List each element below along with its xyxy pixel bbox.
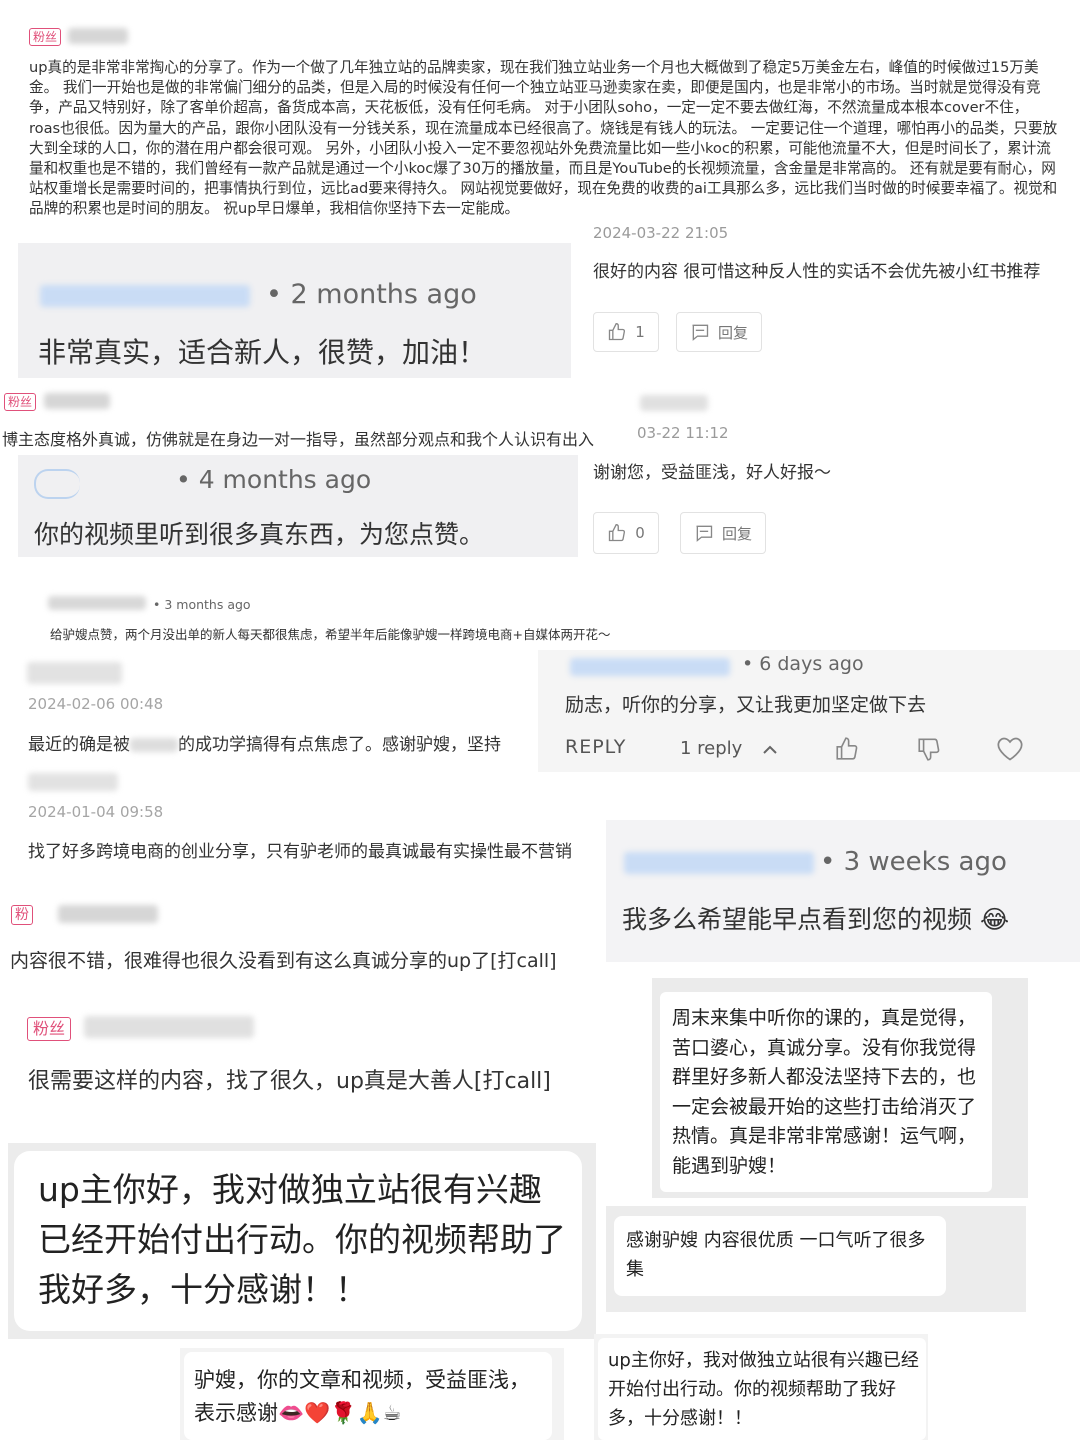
comment-text: 很好的内容 很可惜这种反人性的实话不会优先被小红书推荐 — [593, 262, 1041, 282]
chat-bubble: up主你好，我对做独立站很有兴趣已经开始付出行动。你的视频帮助了我好多，十分感谢… — [598, 1338, 926, 1440]
blurred-username — [27, 662, 122, 684]
comment-card: up主你好，我对做独立站很有兴趣已经开始付出行动。你的视频帮助了我好多，十分感谢… — [594, 1334, 928, 1440]
replies-toggle[interactable]: 1 reply — [680, 738, 778, 759]
blurred-username — [68, 28, 128, 44]
like-count: 0 — [635, 524, 645, 542]
comment-text: 博主态度格外真诚，仿佛就是在身边一对一指导，虽然部分观点和我个人认识有出入 — [2, 430, 595, 449]
blurred-username — [48, 596, 146, 610]
blurred-username — [28, 773, 118, 791]
comment-text: 内容很不错，很难得也很久没看到有这么真诚分享的up了[打call] — [10, 950, 557, 972]
comment-text: 你的视频里听到很多真东西，为您点赞。 — [34, 520, 485, 549]
chat-bubble: up主你好，我对做独立站很有兴趣已经开始付出行动。你的视频帮助了我好多，十分感谢… — [14, 1151, 582, 1331]
reply-label: 回复 — [717, 323, 748, 342]
like-button[interactable]: 1 — [593, 312, 659, 352]
comment-timestamp: 2024-02-06 00:48 — [28, 695, 164, 713]
comment-card: • 2 months ago 非常真实，适合新人，很赞，加油！ — [18, 243, 571, 378]
thumbs-up-icon[interactable] — [834, 736, 860, 762]
comment-time: • 6 days ago — [742, 653, 864, 675]
comment-time: • 2 months ago — [266, 279, 477, 310]
blurred-username — [640, 395, 708, 411]
comment-icon — [690, 322, 710, 342]
comment-time: • 3 months ago — [153, 597, 251, 612]
comment-text: 谢谢您，受益匪浅，好人好报～ — [593, 463, 831, 483]
comment-text: 我多么希望能早点看到您的视频 😂 — [622, 900, 1009, 936]
comment-text-part: 我多么希望能早点看到您的视频 — [622, 905, 973, 934]
comment-timestamp: 03-22 11:12 — [637, 424, 729, 442]
blurred-username — [44, 393, 110, 409]
comment-text-part: 最近的确是被 — [28, 735, 130, 755]
like-button[interactable]: 0 — [593, 512, 659, 554]
reply-button[interactable]: 回复 — [676, 312, 762, 352]
comment-text: 最近的确是被 的成功学搞得有点焦虑了。感谢驴嫂，坚持 — [28, 730, 501, 755]
comment-text: 很需要这样的内容，找了很久，up真是大善人[打call] — [28, 1069, 551, 1094]
blurred-username — [58, 905, 158, 923]
thumbs-up-icon — [607, 523, 627, 543]
blurred-username — [40, 285, 250, 307]
reply-label: 回复 — [721, 524, 752, 543]
comment-card: up主你好，我对做独立站很有兴趣已经开始付出行动。你的视频帮助了我好多，十分感谢… — [8, 1143, 596, 1339]
chat-bubble: 感谢驴嫂 内容很优质 一口气听了很多集 — [614, 1216, 946, 1296]
comment-text: 感谢驴嫂 内容很优质 一口气听了很多集 — [626, 1230, 926, 1280]
comment-text: 找了好多跨境电商的创业分享，只有驴老师的最真诚最有实操性最不营销 — [28, 842, 572, 862]
comment-card: 感谢驴嫂 内容很优质 一口气听了很多集 — [606, 1206, 1026, 1312]
chat-bubble: 周末来集中听你的课的，真是觉得，苦口婆心，真诚分享。没有你我觉得群里好多新人都没… — [660, 992, 992, 1192]
comment-text: 给驴嫂点赞，两个月没出单的新人每天都很焦虑，希望半年后能像驴嫂一样跨境电商+自媒… — [50, 627, 611, 642]
comment-card: • 4 months ago 你的视频里听到很多真东西，为您点赞。 — [18, 455, 578, 557]
comment-text: 周末来集中听你的课的，真是觉得，苦口婆心，真诚分享。没有你我觉得群里好多新人都没… — [672, 1007, 977, 1177]
reply-button[interactable]: REPLY — [565, 736, 626, 754]
chevron-up-icon — [762, 743, 778, 755]
heart-icon[interactable] — [996, 736, 1024, 762]
comment-timestamp: 2024-01-04 09:58 — [28, 803, 164, 821]
blurred-word — [130, 738, 178, 752]
comment-card: • 3 weeks ago 我多么希望能早点看到您的视频 😂 — [606, 820, 1080, 962]
comment-text: 非常真实，适合新人，很赞，加油！ — [38, 336, 487, 369]
comment-icon — [694, 523, 714, 543]
comment-text: 驴嫂，你的文章和视频，受益匪浅，表示感谢👄❤️🌹🙏☕ — [194, 1364, 548, 1430]
emoji-row-icon: 👄❤️🌹🙏☕ — [278, 1401, 402, 1425]
laughing-emoji-icon: 😂 — [979, 905, 1010, 934]
comment-timestamp: 2024-03-22 21:05 — [593, 224, 729, 242]
fan-badge: 粉丝 — [4, 393, 37, 411]
avatar — [34, 469, 80, 499]
blurred-username — [624, 852, 814, 874]
comment-card: • 6 days ago 励志，听你的分享，又让我更加坚定做下去 REPLY 1… — [538, 650, 1080, 772]
thumbs-up-icon — [607, 322, 627, 342]
fan-badge: 粉丝 — [27, 1017, 72, 1041]
comment-text: up主你好，我对做独立站很有兴趣已经开始付出行动。你的视频帮助了我好多，十分感谢… — [608, 1350, 919, 1429]
comment-text: up主你好，我对做独立站很有兴趣已经开始付出行动。你的视频帮助了我好多，十分感谢… — [38, 1170, 566, 1309]
comment-time: • 3 weeks ago — [820, 847, 1007, 877]
like-count: 1 — [635, 323, 645, 341]
comment-card: 驴嫂，你的文章和视频，受益匪浅，表示感谢👄❤️🌹🙏☕ — [180, 1348, 564, 1440]
fan-badge: 粉丝 — [29, 28, 62, 46]
thumbs-down-icon[interactable] — [916, 736, 942, 762]
comment-card: 周末来集中听你的课的，真是觉得，苦口婆心，真诚分享。没有你我觉得群里好多新人都没… — [652, 978, 1028, 1198]
comment-text-part: 的成功学搞得有点焦虑了。感谢驴嫂，坚持 — [178, 735, 501, 755]
blurred-username — [84, 1016, 254, 1038]
comment-text: up真的是非常非常掏心的分享了。作为一个做了几年独立站的品牌卖家，现在我们独立站… — [29, 59, 1058, 218]
comment-time: • 4 months ago — [176, 465, 372, 494]
blurred-username — [570, 658, 730, 676]
fan-badge: 粉 — [11, 905, 33, 925]
comment-text: 励志，听你的分享，又让我更加坚定做下去 — [565, 694, 927, 716]
chat-bubble: 驴嫂，你的文章和视频，受益匪浅，表示感谢👄❤️🌹🙏☕ — [184, 1352, 552, 1440]
replies-count: 1 reply — [680, 738, 743, 759]
reply-button[interactable]: 回复 — [680, 512, 766, 554]
